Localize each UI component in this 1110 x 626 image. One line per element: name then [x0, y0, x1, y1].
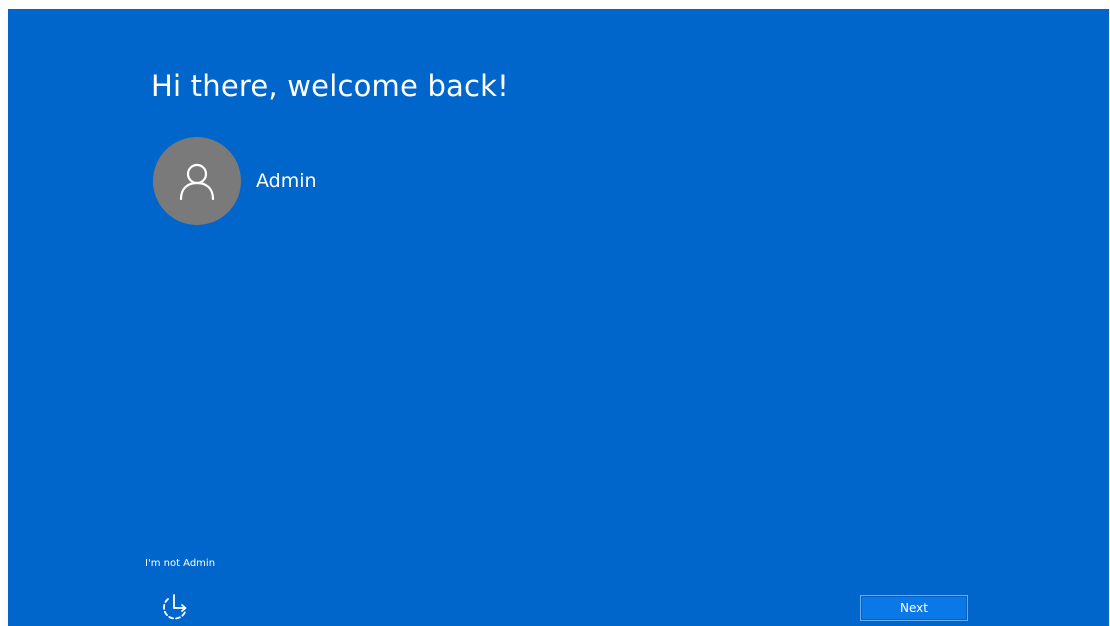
welcome-greeting: Hi there, welcome back! [151, 69, 509, 103]
user-tile[interactable]: Admin [153, 137, 317, 225]
ease-of-access-icon [163, 594, 187, 620]
oobe-screen: Hi there, welcome back! Admin I'm not Ad… [8, 9, 1109, 626]
next-button[interactable]: Next [860, 595, 968, 621]
person-icon [179, 163, 215, 201]
not-user-link[interactable]: I'm not Admin [145, 558, 215, 569]
avatar[interactable] [153, 137, 241, 225]
user-name: Admin [256, 170, 317, 192]
ease-of-access-button[interactable] [158, 593, 190, 623]
